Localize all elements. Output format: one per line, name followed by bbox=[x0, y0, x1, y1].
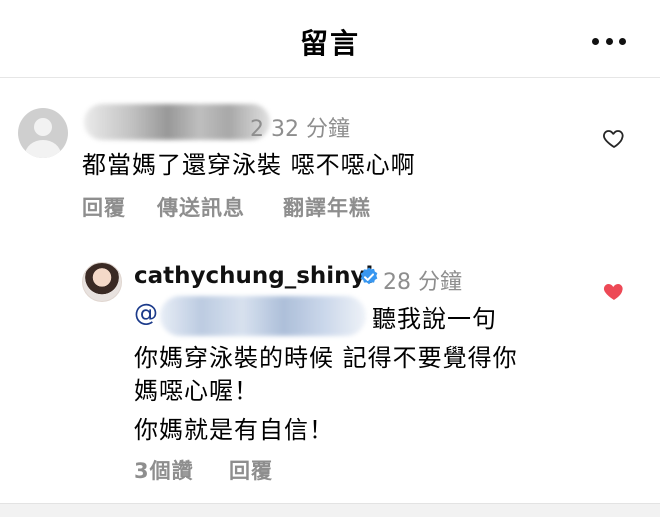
comment-line: 你媽穿泳裝的時候 記得不要覺得你 bbox=[134, 344, 518, 372]
reply-button[interactable]: 回覆 bbox=[82, 192, 126, 222]
comment-line: 你媽就是有自信！ bbox=[134, 416, 334, 444]
bottom-divider bbox=[0, 503, 660, 517]
likes-count[interactable]: 3個讚 bbox=[134, 455, 194, 485]
like-heart-filled-icon[interactable] bbox=[602, 279, 626, 303]
like-heart-outline-icon[interactable] bbox=[602, 126, 626, 150]
translate-button[interactable]: 翻譯年糕 bbox=[283, 192, 371, 222]
comment-text: 都當媽了還穿泳裝 噁不噁心啊 bbox=[82, 151, 416, 179]
avatar-body bbox=[25, 140, 61, 158]
dot bbox=[619, 37, 626, 45]
comment-line: 媽噁心喔！ bbox=[134, 377, 259, 405]
comment-time: 28 分鐘 bbox=[383, 270, 462, 295]
redacted-mention bbox=[160, 296, 366, 336]
page-title: 留言 bbox=[299, 27, 360, 60]
mention-prefix[interactable]: @ bbox=[134, 299, 158, 327]
header-bar: 留言 bbox=[0, 0, 660, 78]
verified-badge-icon bbox=[360, 267, 378, 285]
reply-button[interactable]: 回覆 bbox=[229, 455, 273, 485]
dot bbox=[592, 37, 599, 45]
comment-time: 2 32 分鐘 bbox=[250, 117, 350, 142]
avatar[interactable] bbox=[18, 108, 68, 158]
dot bbox=[605, 37, 613, 45]
avatar-head bbox=[34, 118, 52, 136]
redacted-username bbox=[84, 104, 270, 140]
avatar[interactable] bbox=[82, 262, 122, 302]
send-message-button[interactable]: 傳送訊息 bbox=[157, 192, 245, 222]
more-options-icon[interactable] bbox=[592, 36, 626, 46]
comment-line: 聽我說一句 bbox=[372, 305, 497, 333]
username[interactable]: cathychung_shinyi bbox=[134, 263, 373, 289]
